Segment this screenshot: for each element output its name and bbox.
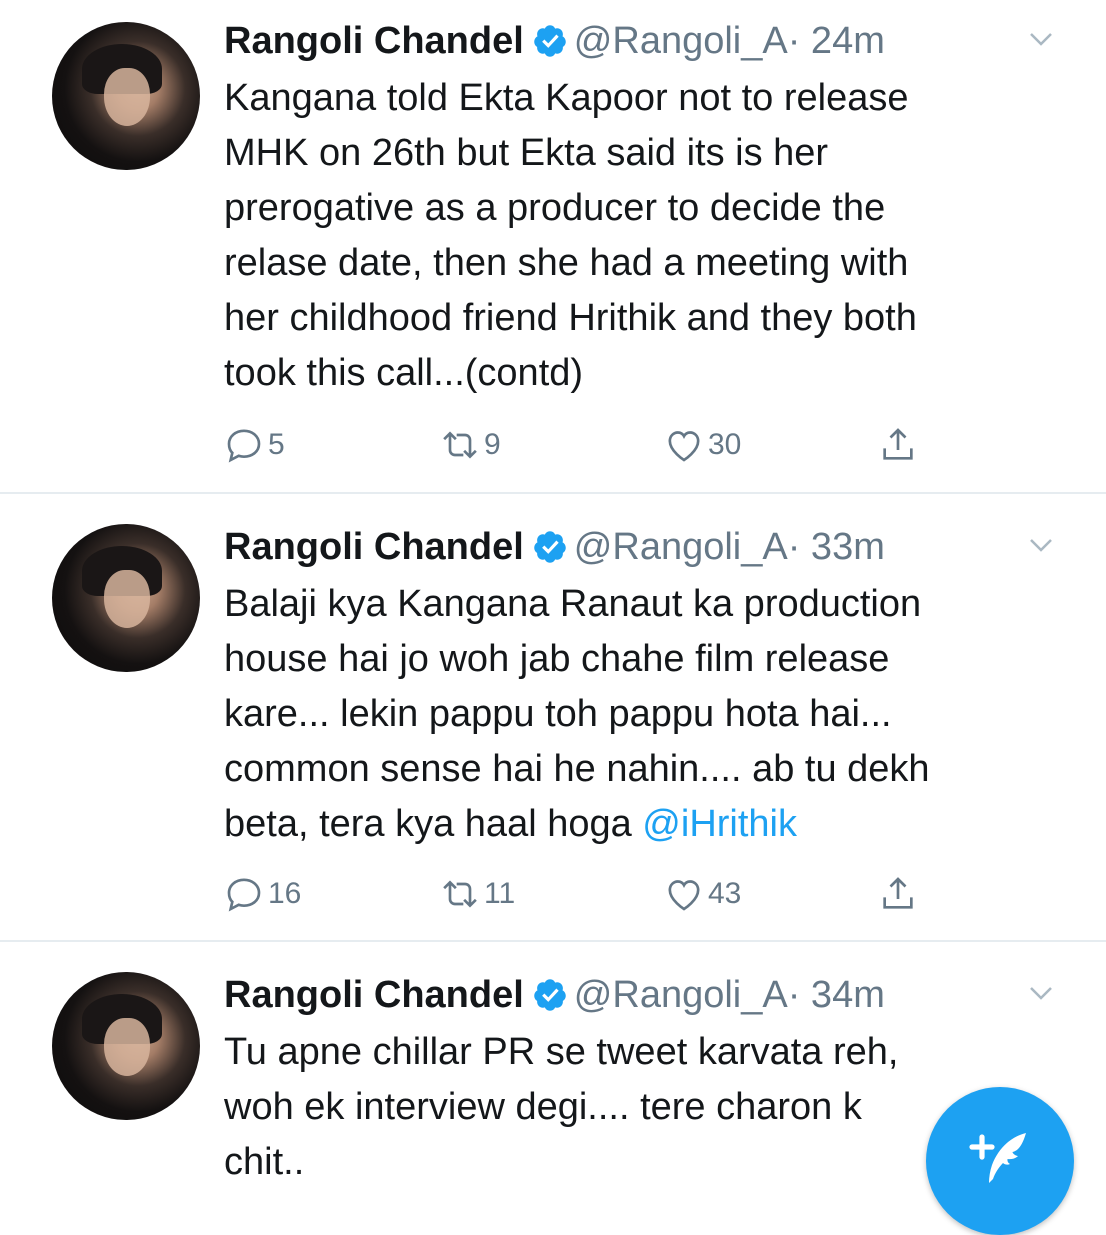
reply-count: 5 xyxy=(268,428,285,461)
tweet-text-line: beta, tera kya haal hoga @iHrithik xyxy=(224,797,1064,852)
verified-badge-icon xyxy=(532,23,568,59)
display-name[interactable]: Rangoli Chandel xyxy=(224,974,524,1016)
tweet-text-line: kare... lekin pappu toh pappu hota hai..… xyxy=(224,693,892,735)
tweet-text-line: house hai jo woh jab chahe film release xyxy=(224,638,890,680)
reply-button[interactable]: 16 xyxy=(224,869,301,919)
tweet-text-line: Balaji kya Kangana Ranaut ka production xyxy=(224,583,922,625)
display-name[interactable]: Rangoli Chandel xyxy=(224,20,524,62)
share-icon xyxy=(878,874,918,914)
display-name[interactable]: Rangoli Chandel xyxy=(224,526,524,568)
retweet-icon xyxy=(440,874,480,914)
tweet-header: Rangoli Chandel @Rangoli_A· 34m xyxy=(224,970,885,1020)
tweet-text-line: common sense hai he nahin.... ab tu dekh xyxy=(224,748,930,790)
avatar-face xyxy=(104,1018,150,1076)
retweet-icon xyxy=(440,425,480,465)
tweet[interactable]: Rangoli Chandel @Rangoli_A· 24m Kangana t… xyxy=(0,0,1106,492)
avatar[interactable] xyxy=(52,524,200,672)
user-handle[interactable]: @Rangoli_A xyxy=(574,20,788,62)
avatar-face xyxy=(104,68,150,126)
like-count: 43 xyxy=(708,877,742,910)
like-count: 30 xyxy=(708,428,742,461)
tweet-header: Rangoli Chandel @Rangoli_A· 33m xyxy=(224,522,885,572)
tweet-text-line: MHK on 26th but Ekta said its is her xyxy=(224,132,829,174)
tweet-text: Balaji kya Kangana Ranaut ka production … xyxy=(224,577,1064,852)
share-button[interactable] xyxy=(878,420,918,470)
verified-badge-icon xyxy=(532,977,568,1013)
user-handle[interactable]: @Rangoli_A xyxy=(574,526,788,568)
retweet-button[interactable]: 11 xyxy=(440,869,515,919)
avatar-face xyxy=(104,570,150,628)
tweet-text-line: Kangana told Ekta Kapoor not to release xyxy=(224,77,909,119)
avatar[interactable] xyxy=(52,22,200,170)
tweet-text-line: relase date, then she had a meeting with xyxy=(224,242,909,284)
retweet-count: 9 xyxy=(484,428,501,461)
reply-icon xyxy=(224,425,264,465)
tweet-time[interactable]: · 33m xyxy=(788,526,885,568)
tweet-header: Rangoli Chandel @Rangoli_A· 24m xyxy=(224,16,885,66)
avatar[interactable] xyxy=(52,972,200,1120)
tweet-time[interactable]: · 34m xyxy=(788,974,885,1016)
tweet-actions: 5 9 30 xyxy=(224,420,1064,470)
compose-tweet-button[interactable] xyxy=(926,1087,1074,1235)
tweet-text: Kangana told Ekta Kapoor not to release … xyxy=(224,71,1064,401)
tweet-text-line: her childhood friend Hrithik and they bo… xyxy=(224,297,917,339)
like-button[interactable]: 30 xyxy=(664,420,741,470)
reply-icon xyxy=(224,874,264,914)
tweet-text-line: Tu apne chillar PR se tweet karvata reh, xyxy=(224,1031,899,1073)
retweet-count: 11 xyxy=(484,877,516,910)
mention-link[interactable]: @iHrithik xyxy=(642,803,797,845)
heart-icon xyxy=(664,874,704,914)
compose-tweet-icon xyxy=(969,1133,1026,1183)
reply-button[interactable]: 5 xyxy=(224,420,285,470)
tweet[interactable]: Rangoli Chandel @Rangoli_A· 33m Balaji ky… xyxy=(0,494,1106,940)
heart-icon xyxy=(664,425,704,465)
verified-badge-icon xyxy=(532,529,568,565)
tweet-actions: 16 11 43 xyxy=(224,869,1064,919)
chevron-down-icon[interactable] xyxy=(1026,978,1056,1008)
user-handle[interactable]: @Rangoli_A xyxy=(574,974,788,1016)
tweet-text-line: prerogative as a producer to decide the xyxy=(224,187,886,229)
share-icon xyxy=(878,425,918,465)
reply-count: 16 xyxy=(268,877,302,910)
tweet-text-line: took this call...(contd) xyxy=(224,352,584,394)
chevron-down-icon[interactable] xyxy=(1026,530,1056,560)
chevron-down-icon[interactable] xyxy=(1026,24,1056,54)
like-button[interactable]: 43 xyxy=(664,869,741,919)
tweet-text-fragment: beta, tera kya haal hoga xyxy=(224,803,643,845)
retweet-button[interactable]: 9 xyxy=(440,420,501,470)
tweet-time[interactable]: · 24m xyxy=(788,20,885,62)
share-button[interactable] xyxy=(878,869,918,919)
